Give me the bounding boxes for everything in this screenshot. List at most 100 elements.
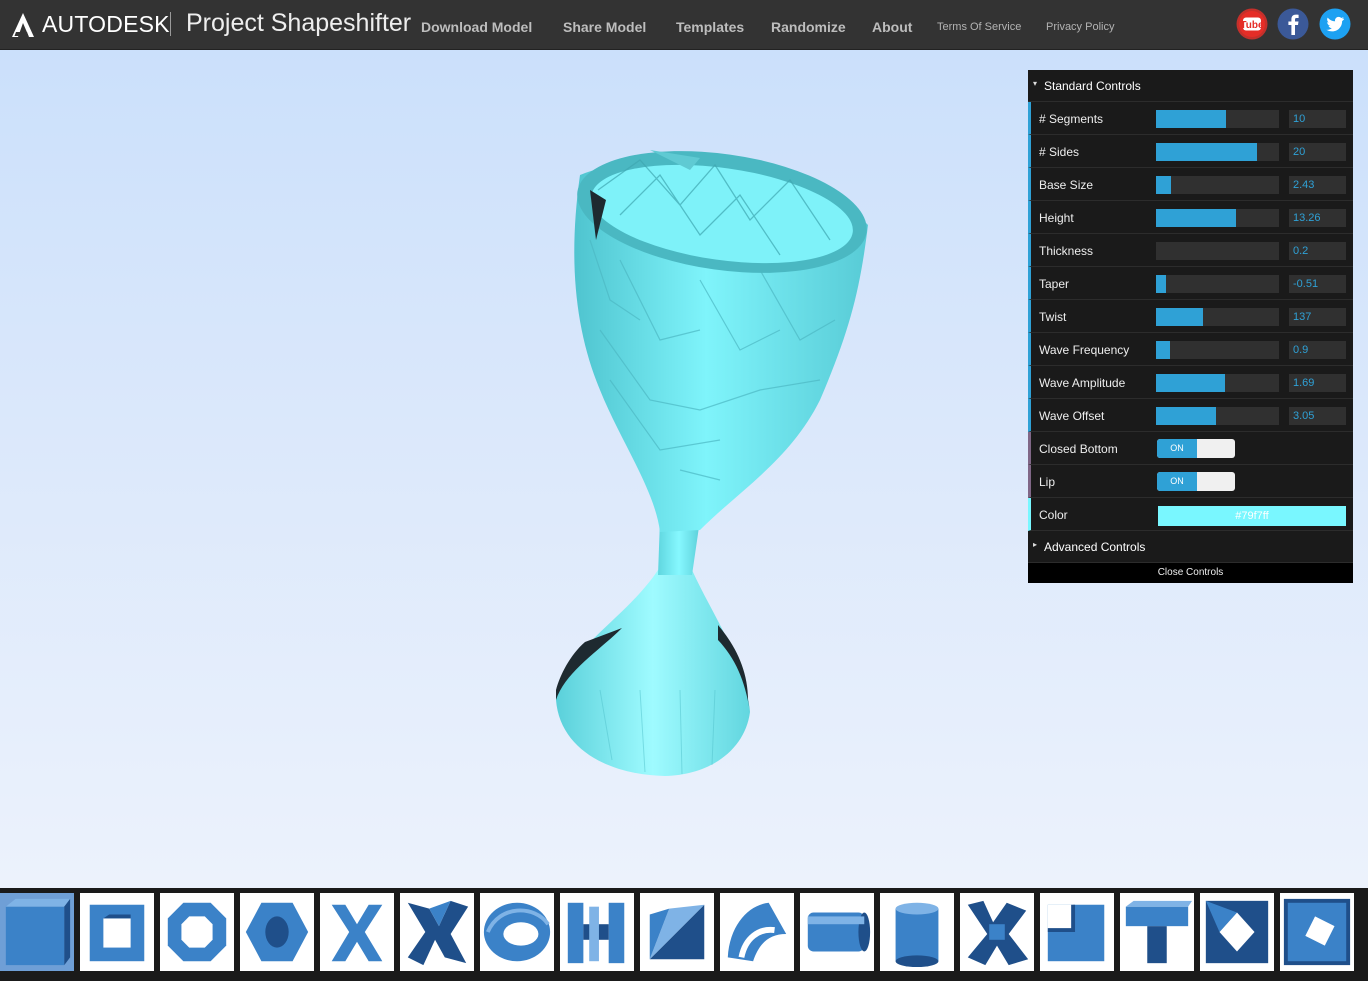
toggle-label: Lip (1039, 475, 1056, 489)
cylinder-upright-shape-icon (895, 902, 939, 968)
template-thumbnail[interactable] (320, 893, 394, 971)
slider-label: # Sides (1039, 145, 1080, 159)
wave-offset-slider[interactable] (1156, 407, 1279, 425)
caret-down-icon: ▾ (1033, 79, 1038, 88)
twist-value-field[interactable]: 137 (1289, 308, 1346, 326)
taper-value-field[interactable]: -0.51 (1289, 275, 1346, 293)
nav-randomize[interactable]: Randomize (771, 19, 846, 35)
cube-shape-icon (5, 898, 71, 966)
wave-frequency-slider[interactable] (1156, 341, 1279, 359)
youtube-icon-text: Tube (1240, 20, 1264, 31)
square-frame-shape-icon (89, 904, 145, 962)
segments-value-field[interactable]: 10 (1289, 110, 1346, 128)
close-controls-button[interactable]: Close Controls (1028, 563, 1353, 583)
template-thumbnail[interactable] (1120, 893, 1194, 971)
template-thumbnail[interactable] (640, 893, 714, 971)
base-size-slider[interactable] (1156, 176, 1279, 194)
youtube-icon[interactable]: Tube (1236, 8, 1268, 40)
nav-terms-of-service[interactable]: Terms Of Service (937, 21, 1021, 33)
slider-label: # Segments (1039, 112, 1104, 126)
slider-row-twist: Twist 137 (1028, 300, 1353, 333)
twisted-x-shape-icon (407, 900, 469, 966)
slider-fill (1156, 308, 1203, 326)
template-thumbnail[interactable] (720, 893, 794, 971)
t-block-shape-icon (1125, 900, 1193, 964)
corner-block-shape-icon (1047, 904, 1105, 962)
slider-label: Taper (1039, 277, 1070, 291)
closed-bottom-toggle[interactable]: ON (1157, 439, 1235, 458)
autodesk-logo-icon[interactable] (10, 12, 36, 38)
template-thumbnail[interactable] (80, 893, 154, 971)
thickness-value-field[interactable]: 0.2 (1289, 242, 1346, 260)
app-title[interactable]: Project Shapeshifter (186, 9, 411, 38)
x-shape-icon (331, 904, 383, 962)
nav-templates[interactable]: Templates (676, 19, 744, 35)
slider-row-thickness: Thickness 0.2 (1028, 234, 1353, 267)
segments-slider[interactable] (1156, 110, 1279, 128)
facebook-icon[interactable] (1277, 8, 1309, 40)
standard-controls-title: Standard Controls (1044, 79, 1141, 93)
wave-offset-value-field[interactable]: 3.05 (1289, 407, 1346, 425)
slider-row-wave-offset: Wave Offset 3.05 (1028, 399, 1353, 432)
thickness-slider[interactable] (1156, 242, 1279, 260)
nav-share-model[interactable]: Share Model (563, 19, 646, 35)
brand-divider (170, 12, 171, 36)
h-shape-icon (567, 902, 625, 964)
template-thumbnail[interactable] (960, 893, 1034, 971)
brand-name[interactable]: AUTODESK (42, 11, 170, 38)
advanced-controls-header[interactable]: ▸ Advanced Controls (1028, 531, 1353, 563)
slider-label: Thickness (1039, 244, 1094, 258)
nav-privacy-policy[interactable]: Privacy Policy (1046, 21, 1114, 33)
template-thumbnail[interactable] (800, 893, 874, 971)
toggle-row-closed-bottom: Closed Bottom ON (1028, 432, 1353, 465)
template-thumbnail[interactable] (400, 893, 474, 971)
template-thumbnail[interactable] (880, 893, 954, 971)
color-label: Color (1039, 508, 1068, 522)
sides-value-field[interactable]: 20 (1289, 143, 1346, 161)
template-thumbnail[interactable] (560, 893, 634, 971)
slider-row-segments: # Segments 10 (1028, 102, 1353, 135)
twist-slider[interactable] (1156, 308, 1279, 326)
advanced-controls-title: Advanced Controls (1044, 540, 1146, 554)
color-swatch[interactable]: #79f7ff (1158, 506, 1346, 526)
base-size-value-field[interactable]: 2.43 (1289, 176, 1346, 194)
height-slider[interactable] (1156, 209, 1279, 227)
lip-toggle[interactable]: ON (1157, 472, 1235, 491)
star-cut-shape-icon (1205, 900, 1269, 964)
template-thumbnail[interactable] (240, 893, 314, 971)
slider-label: Wave Frequency (1039, 343, 1130, 357)
template-thumbnail[interactable] (0, 893, 74, 971)
template-thumbnail[interactable] (1040, 893, 1114, 971)
caret-right-icon: ▸ (1033, 540, 1038, 549)
template-thumbnail[interactable] (160, 893, 234, 971)
slider-label: Height (1039, 211, 1074, 225)
slider-fill (1156, 374, 1225, 392)
slider-row-height: Height 13.26 (1028, 201, 1353, 234)
controls-panel: ▾ Standard Controls # Segments 10 # Sides 2… (1028, 70, 1353, 583)
slider-row-sides: # Sides 20 (1028, 135, 1353, 168)
hex-ring-shape-icon (245, 902, 309, 962)
slider-label: Twist (1039, 310, 1067, 324)
height-value-field[interactable]: 13.26 (1289, 209, 1346, 227)
sides-slider[interactable] (1156, 143, 1279, 161)
slider-row-taper: Taper -0.51 (1028, 267, 1353, 300)
toggle-state: ON (1157, 472, 1197, 491)
template-thumbnail[interactable] (480, 893, 554, 971)
template-thumbnail[interactable] (1200, 893, 1274, 971)
slider-fill (1156, 275, 1166, 293)
standard-controls-header[interactable]: ▾ Standard Controls (1028, 70, 1353, 102)
twitter-icon[interactable] (1319, 8, 1351, 40)
toggle-state: ON (1157, 439, 1197, 458)
nav-download-model[interactable]: Download Model (421, 19, 532, 35)
template-thumbnail[interactable] (1280, 893, 1354, 971)
wave-amplitude-slider[interactable] (1156, 374, 1279, 392)
toggle-row-lip: Lip ON (1028, 465, 1353, 498)
rotated-square-shape-icon (1283, 898, 1351, 966)
taper-slider[interactable] (1156, 275, 1279, 293)
top-bar: AUTODESK Project Shapeshifter Download M… (0, 0, 1368, 50)
nav-about[interactable]: About (872, 19, 912, 35)
wave-frequency-value-field[interactable]: 0.9 (1289, 341, 1346, 359)
wave-amplitude-value-field[interactable]: 1.69 (1289, 374, 1346, 392)
template-strip (0, 888, 1368, 981)
slider-fill (1156, 407, 1216, 425)
